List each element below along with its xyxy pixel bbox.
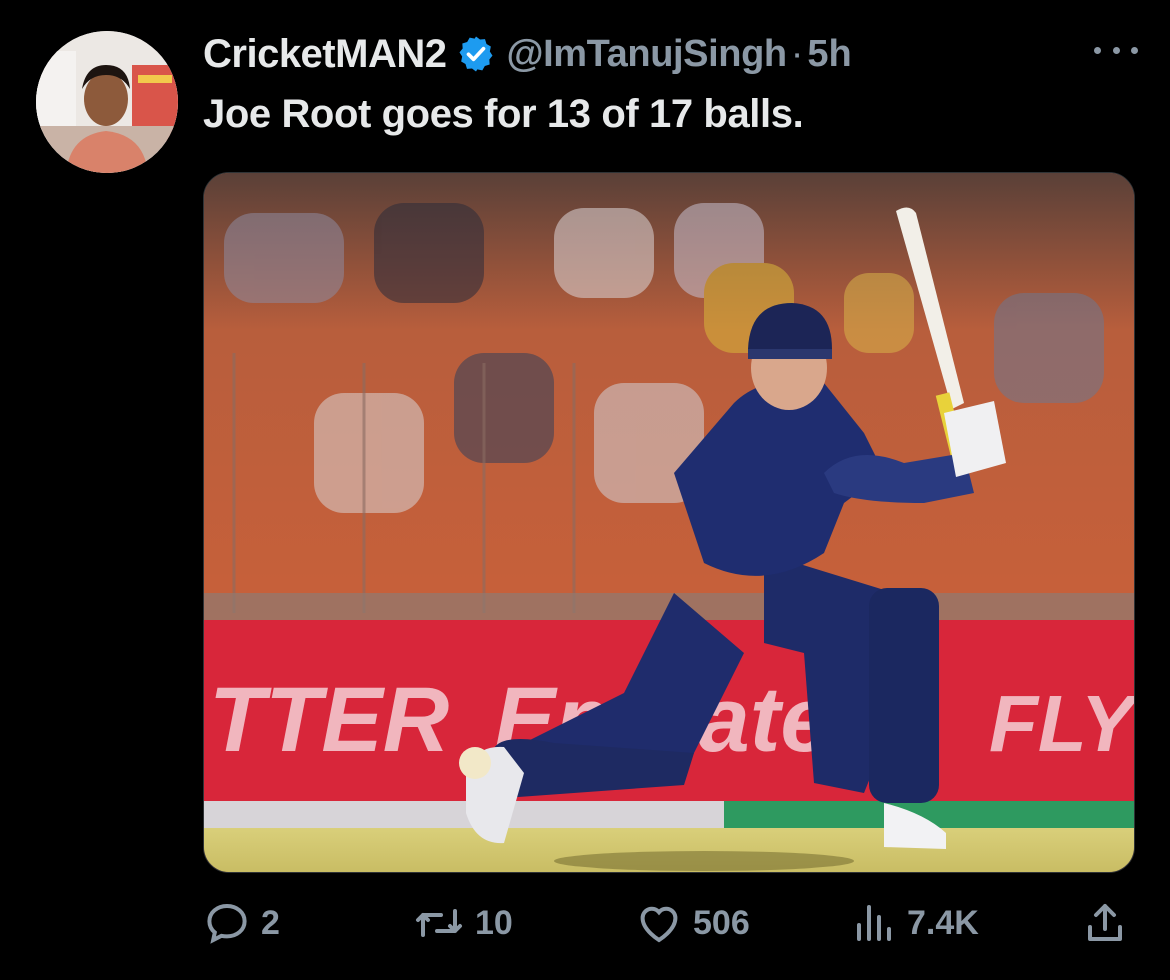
- tweet-actions: 2 10 506 7.4K: [203, 893, 1133, 953]
- timestamp[interactable]: 5h: [807, 33, 851, 76]
- media-image: TTER Emirates FLY: [204, 173, 1134, 872]
- reply-button[interactable]: 2: [203, 893, 280, 953]
- avatar-image: [36, 31, 178, 173]
- share-icon: [1088, 904, 1122, 941]
- retweet-icon: [416, 909, 462, 937]
- more-dot: [1112, 46, 1120, 54]
- more-dot: [1131, 46, 1138, 54]
- views-count: 7.4K: [907, 903, 979, 942]
- verified-badge-icon: [459, 36, 493, 72]
- handle[interactable]: @ImTanujSingh: [506, 33, 787, 76]
- reply-icon: [207, 903, 247, 944]
- like-button[interactable]: 506: [635, 893, 750, 953]
- more-icon[interactable]: [1094, 40, 1138, 60]
- tweet-header: CricketMAN2 @ImTanujSingh · 5h: [203, 26, 1140, 82]
- banner-text-right: FLY: [989, 679, 1134, 768]
- share-button[interactable]: [1081, 893, 1139, 953]
- like-count: 506: [693, 903, 750, 942]
- views-icon: [857, 905, 891, 941]
- like-icon: [640, 906, 678, 943]
- retweet-button[interactable]: 10: [413, 893, 513, 953]
- more-dot: [1094, 46, 1101, 54]
- retweet-count: 10: [475, 903, 513, 942]
- reply-count: 2: [261, 903, 280, 942]
- tweet-text: Joe Root goes for 13 of 17 balls.: [203, 92, 804, 136]
- separator: ·: [790, 32, 804, 75]
- tweet-media[interactable]: TTER Emirates FLY: [203, 172, 1135, 873]
- banner-text-left: TTER: [209, 669, 449, 771]
- avatar[interactable]: [36, 31, 178, 173]
- views-button[interactable]: 7.4K: [853, 893, 979, 953]
- display-name[interactable]: CricketMAN2: [203, 32, 447, 77]
